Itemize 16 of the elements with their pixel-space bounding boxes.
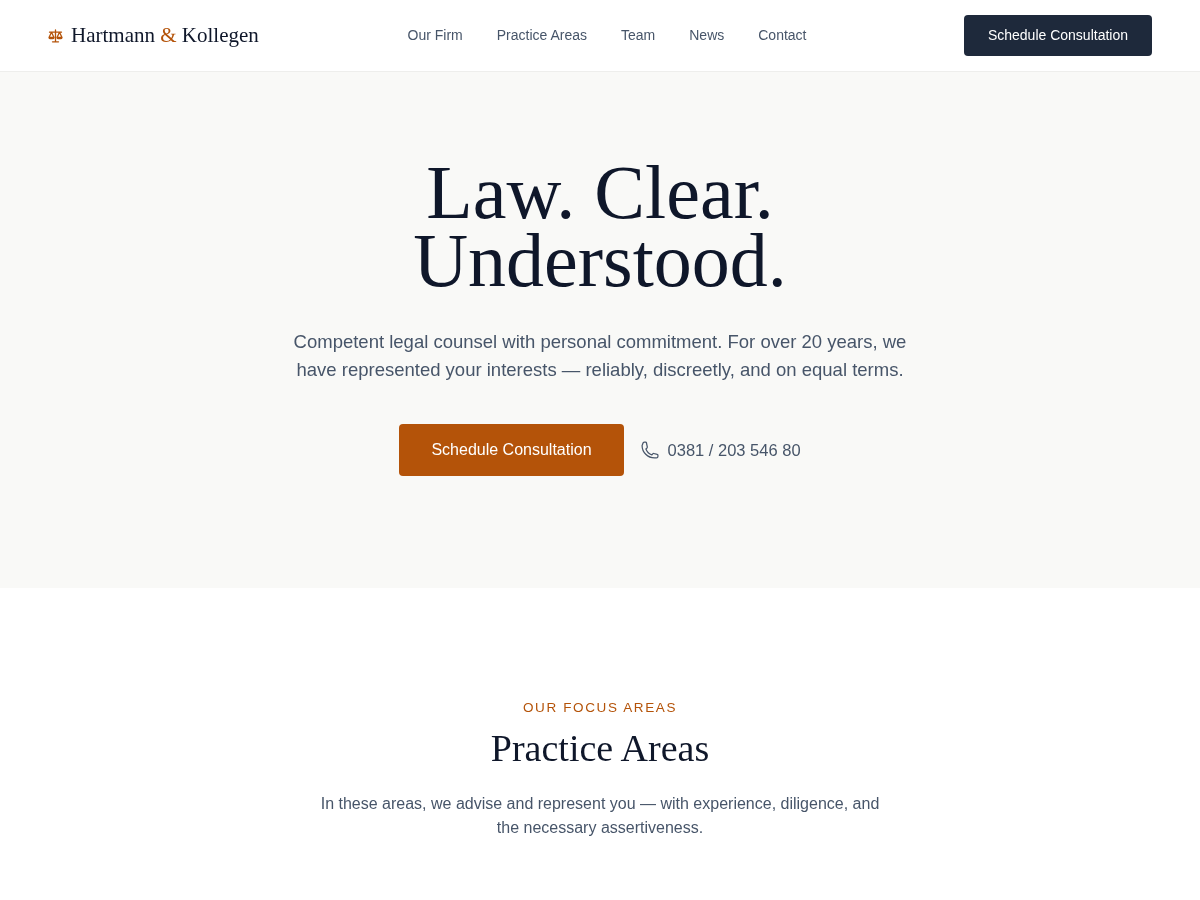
nav-link[interactable]: Our Firm: [407, 25, 463, 46]
hero-headline: Law. Clear. Understood.: [412, 158, 788, 294]
section-title: Practice Areas: [490, 726, 710, 772]
phone-icon: [639, 440, 660, 460]
nav-link[interactable]: Practice Areas: [496, 25, 587, 46]
nav-link[interactable]: Team: [621, 25, 656, 46]
section-intro-text: In these areas, we advise and represent you — with experience, diligence, and the necessary assertiveness.: [319, 793, 881, 838]
logo-text[interactable]: Hartmann & Kollegen: [71, 19, 259, 52]
nav-link[interactable]: Contact: [758, 25, 807, 46]
nav-link[interactable]: News: [689, 25, 725, 46]
hero-lead-text: Competent legal counsel with personal commitment. For over 20 years, we have represented your interests — reliably, discreetly, and on equal terms.: [292, 330, 908, 382]
phone-number[interactable]: 0381 / 203 546 80: [667, 437, 801, 463]
scales-icon: [48, 28, 63, 43]
section-eyebrow: OUR FOCUS AREAS: [522, 699, 678, 717]
schedule-consultation-button[interactable]: Schedule Consultation: [963, 15, 1152, 56]
schedule-consultation-button[interactable]: Schedule Consultation: [399, 424, 624, 476]
